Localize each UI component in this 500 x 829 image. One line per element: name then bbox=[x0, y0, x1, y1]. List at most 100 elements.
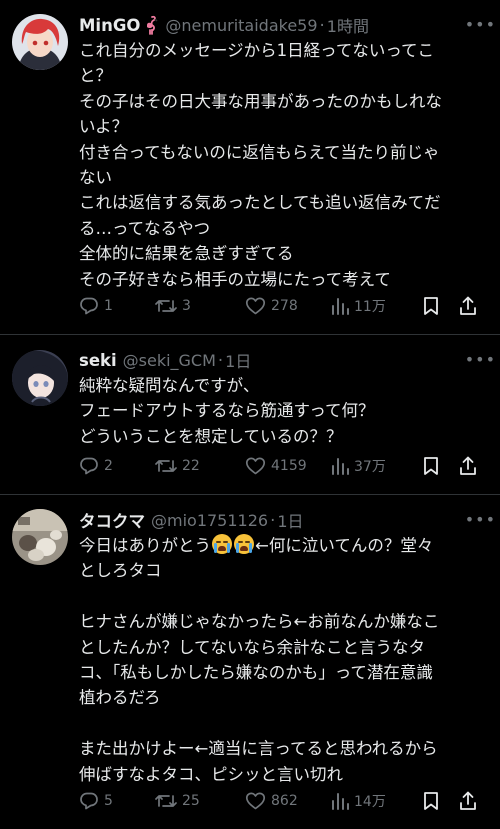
reply-bubble-icon bbox=[80, 457, 98, 475]
display-name[interactable]: seki bbox=[79, 351, 117, 370]
text-line: 全体的に結果を急ぎすぎてる bbox=[79, 244, 294, 264]
bookmark-button[interactable] bbox=[423, 456, 459, 476]
share-button[interactable] bbox=[459, 456, 477, 476]
retweet-icon bbox=[155, 795, 177, 807]
reply-bubble-icon bbox=[80, 297, 98, 315]
text-line: いよ？ bbox=[79, 117, 129, 137]
retweet-count: 3 bbox=[182, 298, 191, 314]
share-upload-icon bbox=[460, 791, 476, 810]
avatar[interactable] bbox=[12, 350, 68, 406]
display-name[interactable]: タコクマ bbox=[79, 508, 145, 532]
view-count: 37万 bbox=[354, 459, 386, 475]
timestamp[interactable]: 1時間 bbox=[327, 13, 369, 37]
retweet-button[interactable]: 3 bbox=[155, 296, 245, 316]
reply-count: 2 bbox=[104, 458, 113, 474]
reply-button[interactable]: 5 bbox=[79, 791, 155, 811]
user-handle[interactable]: @nemuritaidake59 bbox=[165, 16, 317, 35]
views-button[interactable]: 11万 bbox=[331, 296, 423, 316]
retweet-icon bbox=[155, 460, 177, 472]
text-line: 純粋な疑問なんですが、 bbox=[79, 376, 260, 395]
retweet-icon bbox=[155, 300, 177, 312]
text-line: また出かけよー←適当に言ってると思われるから bbox=[79, 739, 438, 759]
loudly-crying-face-icon bbox=[234, 534, 254, 554]
text-line: これ自分のメッセージから1日経ってないってこ bbox=[79, 41, 435, 60]
tweet-text: 純粋な疑問なんですが、 フェードアウトするなら筋通すって何？ どういうことを想定… bbox=[79, 373, 490, 449]
reply-count: 1 bbox=[104, 298, 113, 314]
text-line: 付き合ってもないのに返信もらえて当たり前じゃ bbox=[79, 142, 440, 162]
views-bar-chart-icon bbox=[332, 793, 349, 810]
reply-button[interactable]: 1 bbox=[79, 296, 155, 316]
text-line: コ、「私もしかしたら嫌なのかも」って潜在意識 bbox=[79, 663, 433, 683]
text-line: としたんか？してないなら余計なこと言うなタ bbox=[79, 637, 426, 657]
text-line: 伸ばすなよタコ、ピシッと言い切れ bbox=[79, 764, 343, 784]
views-bar-chart-icon bbox=[332, 458, 349, 475]
separator: · bbox=[319, 15, 325, 35]
text-line: これは返信する気あったとしても追い返信みてだ bbox=[79, 193, 441, 213]
tweet[interactable]: seki @seki_GCM · 1日 純粋な疑問なんですが、 フェードアウトす… bbox=[0, 335, 500, 495]
loudly-crying-face-icon bbox=[212, 534, 232, 554]
retweet-button[interactable]: 22 bbox=[155, 456, 245, 476]
avatar[interactable] bbox=[12, 509, 68, 565]
user-handle[interactable]: @seki_GCM bbox=[123, 351, 216, 370]
text-segment: 今日はありがとう bbox=[79, 536, 211, 555]
flamingo-icon bbox=[143, 15, 159, 35]
text-line: としろタコ bbox=[79, 561, 162, 581]
user-handle[interactable]: @mio1751126 bbox=[151, 511, 268, 530]
text-line: 今日はありがとう ←何に泣いてんの？堂々 bbox=[79, 533, 490, 558]
like-count: 278 bbox=[271, 298, 298, 314]
view-count: 14万 bbox=[354, 794, 386, 810]
heart-icon bbox=[245, 457, 266, 475]
views-button[interactable]: 14万 bbox=[331, 791, 423, 811]
retweet-count: 25 bbox=[182, 793, 200, 809]
display-name[interactable]: MinGO bbox=[79, 16, 140, 35]
reply-bubble-icon bbox=[80, 792, 98, 810]
views-button[interactable]: 37万 bbox=[331, 456, 423, 476]
separator: · bbox=[270, 510, 276, 530]
tweet[interactable]: MinGO @nemuritaidake59 · 1時間 これ自分のメッセージか… bbox=[0, 0, 500, 335]
like-button[interactable]: 278 bbox=[245, 296, 331, 316]
retweet-button[interactable]: 25 bbox=[155, 791, 245, 811]
share-button[interactable] bbox=[459, 791, 477, 811]
bookmark-icon bbox=[424, 792, 438, 810]
like-button[interactable]: 4159 bbox=[245, 456, 331, 476]
text-line: ヒナさんが嫌じゃなかったら←お前なんか嫌なこ bbox=[79, 612, 440, 632]
tweet-text: 今日はありがとう ←何に泣いてんの？堂々 としろタコ ヒナさんが嫌じゃなかったら←… bbox=[79, 533, 490, 787]
text-line: ない bbox=[79, 168, 112, 188]
bookmark-icon bbox=[424, 457, 438, 475]
text-line: その子好きなら相手の立場にたって考えて bbox=[79, 269, 391, 289]
text-segment: ←何に泣いてんの？堂々 bbox=[255, 536, 434, 555]
avatar[interactable] bbox=[12, 14, 68, 70]
views-bar-chart-icon bbox=[332, 298, 349, 315]
more-dots-icon[interactable]: ••• bbox=[465, 510, 496, 529]
separator: · bbox=[217, 350, 224, 370]
like-count: 4159 bbox=[271, 458, 307, 474]
like-count: 862 bbox=[271, 793, 298, 809]
reply-count: 5 bbox=[104, 793, 113, 809]
bookmark-button[interactable] bbox=[423, 791, 459, 811]
more-dots-icon[interactable]: ••• bbox=[465, 15, 496, 34]
like-button[interactable]: 862 bbox=[245, 791, 331, 811]
text-line: と？ bbox=[79, 66, 112, 86]
view-count: 11万 bbox=[354, 299, 386, 315]
more-dots-icon[interactable]: ••• bbox=[465, 350, 496, 369]
heart-icon bbox=[245, 297, 266, 315]
text-line: フェードアウトするなら筋通すって何？ bbox=[79, 401, 375, 421]
tweet[interactable]: タコクマ @mio1751126 · 1日 今日はありがとう ←何に泣いてんの？堂… bbox=[0, 495, 500, 829]
text-line: る…ってなるやつ bbox=[79, 218, 211, 238]
retweet-count: 22 bbox=[182, 458, 200, 474]
timestamp[interactable]: 1日 bbox=[225, 348, 251, 372]
heart-icon bbox=[245, 792, 266, 810]
text-line: 植わるだろ bbox=[79, 688, 161, 708]
share-upload-icon bbox=[460, 456, 476, 475]
share-upload-icon bbox=[460, 296, 476, 315]
bookmark-button[interactable] bbox=[423, 296, 459, 316]
bookmark-icon bbox=[424, 297, 438, 315]
text-line: どういうことを想定しているの？？ bbox=[79, 426, 343, 446]
timestamp[interactable]: 1日 bbox=[277, 508, 303, 532]
share-button[interactable] bbox=[459, 296, 477, 316]
reply-button[interactable]: 2 bbox=[79, 456, 155, 476]
tweet-text: これ自分のメッセージから1日経ってないってこ と？ その子はその日大事な用事があ… bbox=[79, 38, 490, 292]
text-line: その子はその日大事な用事があったのかもしれな bbox=[79, 91, 442, 111]
